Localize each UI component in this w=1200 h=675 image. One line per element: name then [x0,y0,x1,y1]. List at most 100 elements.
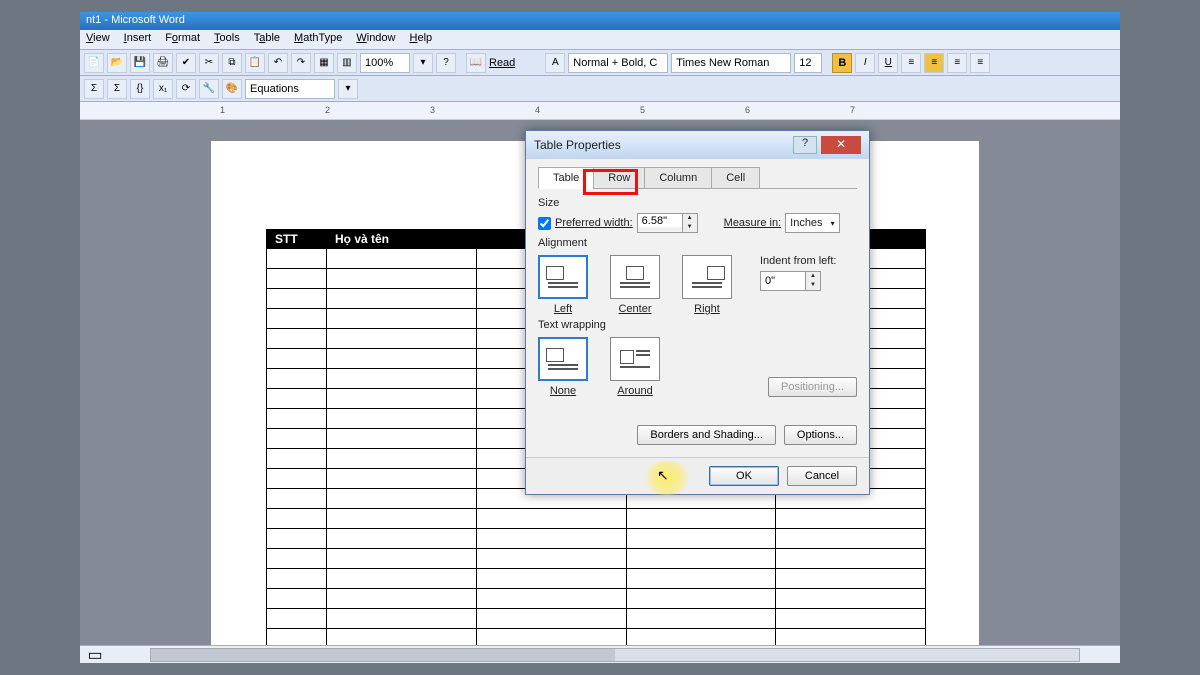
bold-button[interactable]: B [832,53,852,73]
table-cell[interactable] [327,469,477,489]
table-row[interactable] [267,529,926,549]
menu-tools[interactable]: Tools [214,32,240,47]
table-cell[interactable] [327,629,477,646]
table-cell[interactable] [327,289,477,309]
table-cell[interactable] [267,609,327,629]
col-stt[interactable]: STT [267,230,327,249]
table-cell[interactable] [776,609,926,629]
indent-spinner[interactable]: ▲▼ [760,271,821,291]
palette-icon[interactable]: 🎨 [222,79,242,99]
ok-button[interactable]: OK [709,466,779,486]
undo-icon[interactable]: ↶ [268,53,288,73]
subscript-icon[interactable]: x₁ [153,79,173,99]
table-cell[interactable] [267,309,327,329]
table-cell[interactable] [477,569,627,589]
table-cell[interactable] [776,569,926,589]
table-row[interactable] [267,629,926,646]
table-row[interactable] [267,549,926,569]
zoom-dropdown-icon[interactable]: ▾ [413,53,433,73]
table-cell[interactable] [327,449,477,469]
menu-table[interactable]: Table [254,32,280,47]
save-icon[interactable]: 💾 [130,53,150,73]
options-button[interactable]: Options... [784,425,857,445]
table-row[interactable] [267,569,926,589]
menu-insert[interactable]: Insert [124,32,152,47]
help-icon[interactable]: ? [436,53,456,73]
menu-view[interactable]: View [86,32,110,47]
table-cell[interactable] [327,409,477,429]
table-icon[interactable]: ▦ [314,53,334,73]
table-cell[interactable] [267,249,327,269]
print-icon[interactable]: 🖨 [153,53,173,73]
tab-column[interactable]: Column [644,167,712,189]
table-row[interactable] [267,509,926,529]
menu-help[interactable]: Help [410,32,433,47]
table-cell[interactable] [327,389,477,409]
table-row[interactable] [267,589,926,609]
table-cell[interactable] [776,509,926,529]
paste-icon[interactable]: 📋 [245,53,265,73]
horizontal-scrollbar[interactable] [150,648,1080,662]
table-cell[interactable] [267,429,327,449]
horizontal-ruler[interactable]: 1 2 3 4 5 6 7 [80,102,1120,120]
table-cell[interactable] [477,509,627,529]
table-cell[interactable] [267,289,327,309]
menu-window[interactable]: Window [356,32,395,47]
spell-icon[interactable]: ✔ [176,53,196,73]
table-cell[interactable] [327,549,477,569]
table-cell[interactable] [626,589,776,609]
table-cell[interactable] [327,589,477,609]
sigma2-icon[interactable]: Σ [107,79,127,99]
view-icons[interactable]: ▭ [80,645,110,665]
table-cell[interactable] [327,609,477,629]
table-cell[interactable] [776,629,926,646]
table-cell[interactable] [267,469,327,489]
tab-cell[interactable]: Cell [711,167,760,189]
table-row[interactable] [267,609,926,629]
brackets-icon[interactable]: {} [130,79,150,99]
table-cell[interactable] [477,589,627,609]
table-cell[interactable] [327,489,477,509]
italic-button[interactable]: I [855,53,875,73]
fontsize-select[interactable] [794,53,822,73]
font-select[interactable] [671,53,791,73]
col-hovaten[interactable]: Họ và tên [327,230,477,249]
table-cell[interactable] [267,629,327,646]
align-center-option[interactable]: Center [610,255,660,315]
dialog-titlebar[interactable]: Table Properties ? ✕ [526,131,869,159]
table-cell[interactable] [626,569,776,589]
table-cell[interactable] [327,509,477,529]
table-cell[interactable] [327,269,477,289]
preferred-width-spinner[interactable]: ▲▼ [637,213,698,233]
table-cell[interactable] [267,349,327,369]
align-justify-icon[interactable]: ≡ [970,53,990,73]
dialog-help-button[interactable]: ? [793,136,817,154]
eq-dropdown-icon[interactable]: ▾ [338,79,358,99]
table-cell[interactable] [626,509,776,529]
align-right-icon[interactable]: ≡ [947,53,967,73]
menu-mathtype[interactable]: MathType [294,32,342,47]
table-cell[interactable] [626,609,776,629]
table-cell[interactable] [776,529,926,549]
table-cell[interactable] [477,529,627,549]
measure-in-select[interactable]: Inches [785,213,839,233]
underline-button[interactable]: U [878,53,898,73]
preferred-width-checkbox[interactable] [538,217,551,230]
read-label[interactable]: Read [489,57,515,69]
table-cell[interactable] [327,529,477,549]
cut-icon[interactable]: ✂ [199,53,219,73]
table-cell[interactable] [267,509,327,529]
table-cell[interactable] [327,429,477,449]
align-center-icon[interactable]: ≡ [924,53,944,73]
table-cell[interactable] [267,409,327,429]
table-cell[interactable] [626,529,776,549]
menu-format[interactable]: Format [165,32,200,47]
style-select[interactable] [568,53,668,73]
redo-icon[interactable]: ↷ [291,53,311,73]
table-cell[interactable] [327,249,477,269]
table-cell[interactable] [267,529,327,549]
columns-icon[interactable]: ▥ [337,53,357,73]
open-icon[interactable]: 📂 [107,53,127,73]
table-cell[interactable] [776,549,926,569]
tools-icon[interactable]: 🔧 [199,79,219,99]
